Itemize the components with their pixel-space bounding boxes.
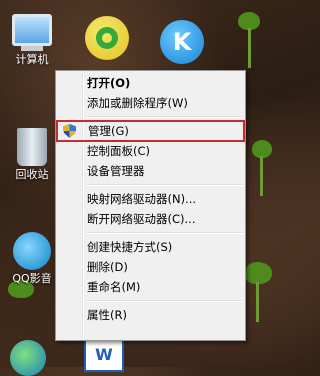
menu-separator — [86, 300, 243, 302]
menu-item-label: 打开(O) — [87, 76, 131, 90]
360-security-icon[interactable] — [85, 16, 129, 60]
menu-item-label: 设备管理器 — [87, 164, 145, 178]
menu-item-delete[interactable]: 删除(D) — [56, 257, 245, 277]
k-app-icon[interactable]: K — [160, 20, 204, 64]
menu-item-device-manager[interactable]: 设备管理器 — [56, 161, 245, 181]
qq-player-icon — [13, 232, 51, 270]
plant-stem — [260, 156, 263, 196]
menu-item-add-remove-programs[interactable]: 添加或删除程序(W) — [56, 93, 245, 113]
menu-separator — [86, 116, 243, 118]
menu-item-label: 重命名(M) — [87, 280, 141, 294]
menu-item-control-panel[interactable]: 控制面板(C) — [56, 141, 245, 161]
menu-item-rename[interactable]: 重命名(M) — [56, 277, 245, 297]
menu-separator — [86, 232, 243, 234]
menu-item-disconnect-network-drive[interactable]: 断开网络驱动器(C)... — [56, 209, 245, 229]
menu-separator — [86, 184, 243, 186]
menu-item-open[interactable]: 打开(O) — [56, 73, 245, 93]
uac-shield-icon — [63, 124, 76, 138]
menu-item-label: 控制面板(C) — [87, 144, 151, 158]
context-menu: 打开(O) 添加或删除程序(W) 管理(G) 控制面板(C) 设备管理器 映射网… — [55, 70, 246, 341]
computer-desktop-icon[interactable]: 计算机 — [4, 14, 60, 66]
desktop: 计算机 K 回收站 QQ影音 W 打开(O) 添加或删除程序(W) 管理(G) … — [0, 0, 276, 376]
menu-item-create-shortcut[interactable]: 创建快捷方式(S) — [56, 237, 245, 257]
recycle-bin-label: 回收站 — [15, 168, 49, 181]
computer-label: 计算机 — [15, 53, 49, 66]
recycle-bin-desktop-icon[interactable]: 回收站 — [4, 128, 60, 181]
menu-item-label: 属性(R) — [87, 308, 127, 322]
menu-item-label: 管理(G) — [88, 124, 129, 138]
recycle-bin-icon — [17, 128, 47, 166]
plant-stem — [256, 282, 259, 322]
menu-item-map-network-drive[interactable]: 映射网络驱动器(N)... — [56, 189, 245, 209]
menu-item-label: 删除(D) — [87, 260, 128, 274]
qq-player-desktop-icon[interactable]: QQ影音 — [4, 232, 60, 285]
computer-stand — [21, 46, 43, 51]
menu-item-label: 断开网络驱动器(C)... — [87, 212, 196, 226]
menu-item-label: 映射网络驱动器(N)... — [87, 192, 197, 206]
qq-player-label: QQ影音 — [12, 272, 52, 285]
menu-item-properties[interactable]: 属性(R) — [56, 305, 245, 325]
menu-item-manage[interactable]: 管理(G) — [56, 120, 245, 142]
menu-item-label: 创建快捷方式(S) — [87, 240, 173, 254]
computer-icon — [12, 14, 52, 46]
plant-stem — [248, 28, 251, 68]
plant-leaf — [244, 262, 272, 284]
network-globe-icon[interactable] — [10, 340, 46, 376]
menu-item-label: 添加或删除程序(W) — [87, 96, 188, 110]
